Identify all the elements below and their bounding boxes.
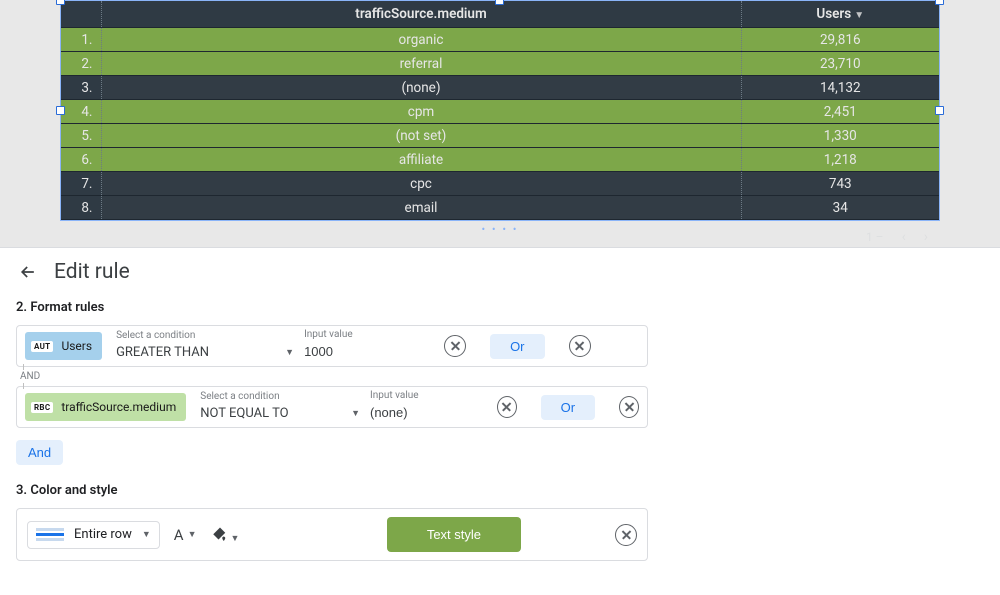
row-index: 8. — [61, 196, 101, 220]
delete-rule-button[interactable] — [569, 335, 591, 357]
selection-handle[interactable] — [56, 106, 65, 115]
resize-dots-icon[interactable]: • • • • — [60, 221, 940, 236]
chip-tag: RBC — [31, 402, 53, 413]
selection-handle[interactable] — [56, 0, 65, 5]
back-button[interactable] — [18, 262, 38, 282]
sort-desc-icon: ▼ — [854, 10, 864, 21]
selection-handle[interactable] — [935, 0, 944, 5]
row-index: 3. — [61, 76, 101, 100]
cell-medium: cpc — [101, 172, 741, 196]
selection-handle[interactable] — [935, 106, 944, 115]
row-index: 4. — [61, 100, 101, 124]
font-color-control[interactable]: A ▼ — [174, 526, 197, 544]
chevron-down-icon: ▼ — [231, 533, 240, 544]
rule-row: AUT Users Select a condition GREATER THA… — [16, 325, 648, 367]
chevron-down-icon: ▼ — [285, 347, 294, 358]
header-index — [61, 1, 101, 28]
table-row[interactable]: 1.organic29,816 — [61, 28, 939, 52]
cell-medium: referral — [101, 52, 741, 76]
or-button[interactable]: Or — [490, 334, 544, 359]
or-button[interactable]: Or — [541, 395, 595, 420]
cell-medium: email — [101, 196, 741, 220]
value-label: Input value — [304, 329, 353, 340]
format-target-select[interactable]: Entire row ▼ — [27, 521, 160, 549]
panel-title: Edit rule — [54, 260, 130, 284]
text-style-button[interactable]: Text style — [387, 517, 521, 552]
cell-users: 34 — [741, 196, 939, 220]
chevron-down-icon: ▼ — [142, 529, 151, 540]
table-row[interactable]: 2.referral23,710 — [61, 52, 939, 76]
section-format-rules: 2. Format rules — [0, 296, 1000, 325]
cell-users: 14,132 — [741, 76, 939, 100]
field-chip-medium[interactable]: RBC trafficSource.medium — [25, 393, 186, 421]
cell-medium: (not set) — [101, 124, 741, 148]
cell-medium: organic — [101, 28, 741, 52]
cell-users: 29,816 — [741, 28, 939, 52]
chevron-down-icon: ▼ — [351, 408, 360, 419]
condition-label: Select a condition — [116, 330, 195, 341]
chip-label: trafficSource.medium — [61, 400, 176, 414]
entire-row-icon — [36, 526, 64, 544]
cell-medium: affiliate — [101, 148, 741, 172]
add-and-button[interactable]: And — [16, 440, 63, 465]
field-chip-users[interactable]: AUT Users — [25, 332, 102, 360]
table-row[interactable]: 6.affiliate1,218 — [61, 148, 939, 172]
header-users[interactable]: Users▼ — [741, 1, 939, 28]
prev-page-icon[interactable]: ‹ — [902, 229, 906, 245]
report-table[interactable]: trafficSource.medium Users▼ 1.organic29,… — [60, 0, 940, 221]
cell-users: 1,330 — [741, 124, 939, 148]
row-index: 6. — [61, 148, 101, 172]
chevron-down-icon: ▼ — [188, 529, 197, 540]
table-row[interactable]: 7.cpc743 — [61, 172, 939, 196]
cell-users: 2,451 — [741, 100, 939, 124]
pagination-label: 1 – — [866, 230, 884, 244]
paint-bucket-icon — [211, 526, 229, 544]
chip-tag: AUT — [31, 341, 53, 352]
and-connector: AND — [20, 371, 1000, 382]
row-index: 7. — [61, 172, 101, 196]
table-row[interactable]: 5.(not set)1,330 — [61, 124, 939, 148]
row-index: 2. — [61, 52, 101, 76]
cell-medium: (none) — [101, 76, 741, 100]
table-row[interactable]: 8.email34 — [61, 196, 939, 220]
cell-users: 1,218 — [741, 148, 939, 172]
cell-users: 743 — [741, 172, 939, 196]
delete-rule-button[interactable] — [619, 396, 639, 418]
table-row[interactable]: 3.(none)14,132 — [61, 76, 939, 100]
target-label: Entire row — [74, 527, 132, 542]
row-index: 1. — [61, 28, 101, 52]
chip-label: Users — [61, 339, 92, 353]
condition-label: Select a condition — [200, 391, 279, 402]
value-label: Input value — [370, 390, 419, 401]
section-color-style: 3. Color and style — [0, 479, 1000, 508]
next-page-icon[interactable]: › — [924, 229, 928, 245]
header-medium[interactable]: trafficSource.medium — [101, 1, 741, 28]
edit-rule-panel: Edit rule 2. Format rules AUT Users Sele… — [0, 247, 1000, 595]
reset-style-button[interactable] — [615, 524, 637, 546]
fill-color-control[interactable]: ▼ — [211, 526, 240, 544]
cell-medium: cpm — [101, 100, 741, 124]
style-row: Entire row ▼ A ▼ ▼ Text style — [16, 508, 648, 561]
table-row[interactable]: 4.cpm2,451 — [61, 100, 939, 124]
row-index: 5. — [61, 124, 101, 148]
rule-row: RBC trafficSource.medium Select a condit… — [16, 386, 648, 428]
selection-handle[interactable] — [495, 0, 504, 5]
clear-value-button[interactable] — [444, 335, 466, 357]
clear-value-button[interactable] — [497, 396, 517, 418]
cell-users: 23,710 — [741, 52, 939, 76]
